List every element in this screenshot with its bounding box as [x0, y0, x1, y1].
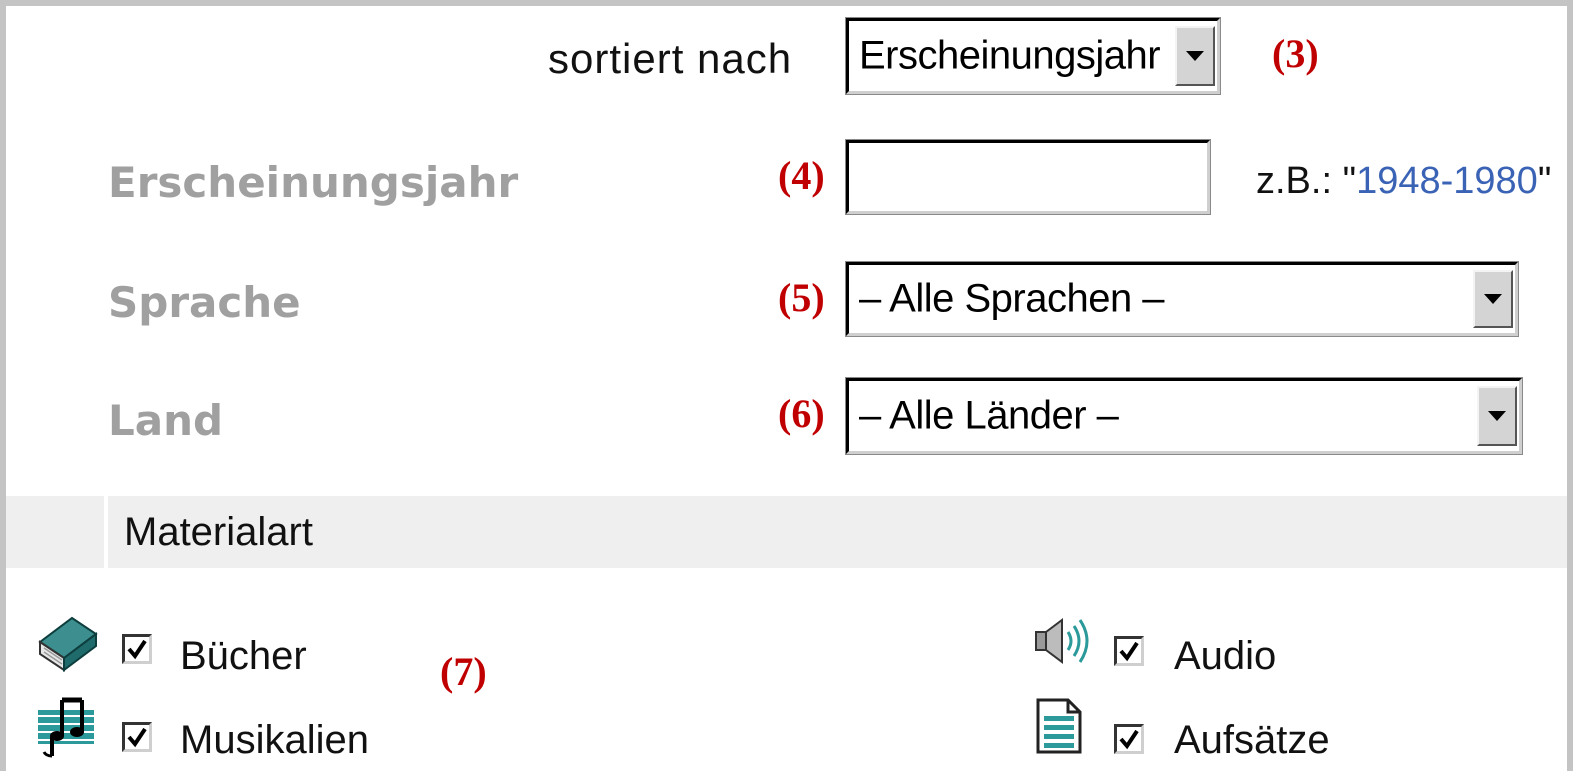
- checkbox-aufsaetze[interactable]: [1114, 724, 1144, 754]
- year-example: z.B.: "1948-1980": [1256, 160, 1551, 203]
- sort-select[interactable]: Erscheinungsjahr: [845, 17, 1221, 95]
- language-select-value: – Alle Sprachen –: [859, 276, 1165, 321]
- country-label: Land: [108, 396, 224, 445]
- material-header-divider: [104, 496, 108, 568]
- checkbox-buecher[interactable]: [122, 634, 152, 664]
- speaker-icon: [1032, 616, 1094, 673]
- marker-4: (4): [778, 153, 825, 198]
- chevron-down-icon[interactable]: [1473, 270, 1513, 328]
- year-example-value: 1948-1980: [1356, 160, 1538, 202]
- year-example-prefix: z.B.: ": [1256, 160, 1357, 202]
- label-buecher: Bücher: [180, 634, 307, 678]
- checkbox-audio[interactable]: [1114, 636, 1144, 666]
- sheet-music-icon: [36, 696, 98, 763]
- chevron-down-icon[interactable]: [1175, 26, 1215, 86]
- language-label: Sprache: [108, 278, 301, 327]
- year-input[interactable]: [845, 139, 1211, 215]
- checkbox-musikalien[interactable]: [122, 722, 152, 752]
- document-icon: [1034, 696, 1084, 761]
- year-label: Erscheinungsjahr: [108, 158, 519, 207]
- country-select[interactable]: – Alle Länder –: [845, 377, 1523, 455]
- label-audio: Audio: [1174, 634, 1277, 678]
- country-select-value: – Alle Länder –: [859, 393, 1119, 438]
- marker-6: (6): [778, 391, 825, 436]
- material-title: Materialart: [124, 510, 313, 554]
- label-musikalien: Musikalien: [180, 718, 369, 762]
- label-aufsaetze: Aufsätze: [1174, 718, 1330, 762]
- chevron-down-icon[interactable]: [1477, 386, 1517, 446]
- marker-5: (5): [778, 275, 825, 320]
- marker-3: (3): [1272, 31, 1319, 76]
- language-select[interactable]: – Alle Sprachen –: [845, 261, 1519, 337]
- sort-select-value: Erscheinungsjahr: [859, 33, 1161, 78]
- year-example-suffix: ": [1537, 160, 1552, 202]
- sort-label: sortiert nach: [548, 35, 793, 82]
- marker-7: (7): [440, 649, 487, 694]
- book-icon: [36, 612, 98, 679]
